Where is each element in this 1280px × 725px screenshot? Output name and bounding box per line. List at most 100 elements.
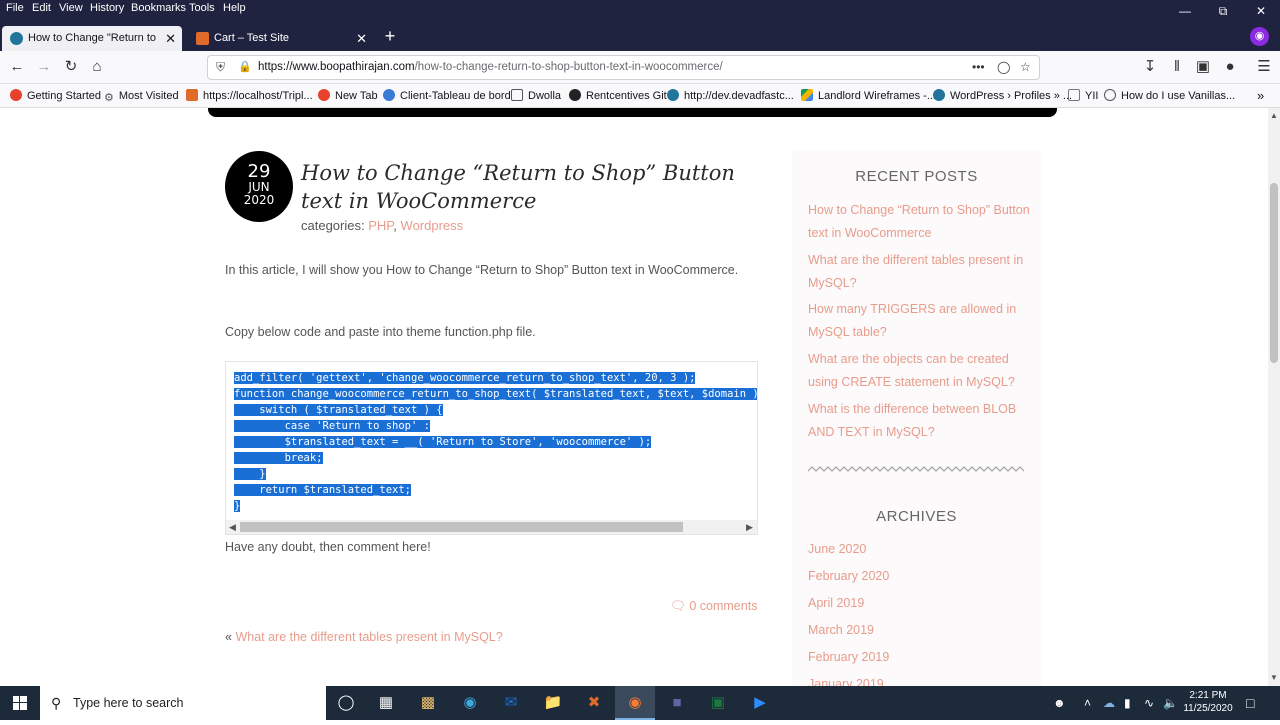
recent-post-link[interactable]: What is the difference between BLOB AND … [808, 398, 1033, 443]
new-tab-icon[interactable]: + [380, 27, 400, 47]
notifications-icon[interactable]: □ [1246, 686, 1254, 720]
lock-icon[interactable]: 🔒 [238, 56, 252, 79]
taskbar-search-box[interactable]: ⚲ Type here to search [40, 686, 326, 720]
task-view-icon[interactable]: ▦ [366, 686, 406, 720]
comments-link[interactable]: 🗨 0 comments [670, 599, 757, 614]
code-line: switch ( $translated_text ) { [234, 404, 443, 416]
scroll-left-icon[interactable]: ◀ [229, 520, 236, 534]
system-clock[interactable]: 2:21 PM 11/25/2020 [1178, 689, 1238, 715]
comments-count[interactable]: 0 comments [689, 599, 757, 613]
bookmark-item[interactable]: https://localhost/Tripl... [186, 84, 313, 108]
tray-chevron-icon[interactable]: ˄ [1084, 686, 1091, 720]
bookmark-item[interactable]: Dwolla [511, 84, 561, 108]
recent-post-link[interactable]: How many TRIGGERS are allowed in MySQL t… [808, 298, 1033, 343]
back-icon[interactable]: ← [5, 56, 29, 78]
pocket-icon[interactable]: ◯ [997, 56, 1010, 79]
xampp-icon[interactable]: ✖ [574, 686, 614, 720]
app-menu-icon[interactable]: ☰ [1252, 56, 1276, 78]
tab-cart[interactable]: Cart – Test Site ✕ [188, 26, 373, 51]
bookmark-item[interactable]: Getting Started [10, 84, 101, 108]
scroll-right-icon[interactable]: ▶ [746, 520, 753, 534]
home-icon[interactable]: ⌂ [85, 56, 109, 78]
bookmark-item[interactable]: New Tab [318, 84, 378, 108]
volume-icon[interactable]: 🔈 [1163, 686, 1178, 720]
bookmark-item[interactable]: ⚙ Most Visited [104, 84, 179, 108]
menu-bookmarks[interactable]: Bookmarks [129, 0, 188, 16]
bookmark-star-icon[interactable]: ☆ [1020, 56, 1031, 79]
menu-tools[interactable]: Tools [187, 0, 217, 16]
edge-icon[interactable]: ◉ [450, 686, 490, 720]
cortana-icon[interactable]: ◯ [326, 686, 366, 720]
onedrive-icon[interactable]: ☁ [1103, 686, 1115, 720]
archive-link[interactable]: February 2019 [808, 646, 1033, 669]
library-icon[interactable]: ‖ [1165, 56, 1189, 78]
restore-icon[interactable]: ⧉ [1203, 0, 1243, 23]
archive-link[interactable]: January 2019 [808, 673, 1033, 686]
archives-heading: ARCHIVES [876, 508, 957, 525]
menu-help[interactable]: Help [221, 0, 248, 16]
bookmark-item[interactable]: Rentcentives Git [569, 84, 667, 108]
menu-view[interactable]: View [57, 0, 85, 16]
bookmark-item[interactable]: How do I use Vanillas... [1104, 84, 1235, 108]
bookmark-folder[interactable]: YII [1068, 84, 1098, 108]
zoom-icon[interactable]: ▶ [740, 686, 780, 720]
store-icon[interactable]: ▩ [408, 686, 448, 720]
scrollbar-thumb[interactable] [240, 522, 683, 532]
recent-post-link[interactable]: How to Change “Return to Shop” Button te… [808, 199, 1033, 244]
close-window-icon[interactable]: ✕ [1241, 0, 1280, 23]
bookmark-item[interactable]: Client-Tableau de bord [383, 84, 511, 108]
bookmark-item[interactable]: WordPress › Profiles » ... [933, 84, 1072, 108]
minimize-icon[interactable]: — [1165, 0, 1205, 23]
archive-link[interactable]: March 2019 [808, 619, 1033, 642]
category-link-php[interactable]: PHP [368, 218, 393, 233]
private-mask-icon[interactable]: ◉ [1250, 27, 1269, 46]
menu-edit[interactable]: Edit [30, 0, 53, 16]
category-link-wordpress[interactable]: Wordpress [401, 218, 464, 233]
bookmark-label: http://dev.devadfastc... [684, 90, 794, 102]
close-tab-icon[interactable]: ✕ [356, 26, 367, 51]
account-icon[interactable]: ● [1218, 56, 1242, 78]
wifi-icon[interactable]: ∿ [1144, 686, 1154, 720]
scroll-down-icon[interactable]: ▼ [1268, 673, 1280, 682]
url-bar[interactable]: ⛨ 🔒 https://www.boopathirajan.com/how-to… [207, 55, 1040, 80]
bookmark-item[interactable]: http://dev.devadfastc... [667, 84, 794, 108]
outlook-icon[interactable]: ✉ [491, 686, 531, 720]
start-button[interactable] [0, 686, 40, 720]
previous-post-link[interactable]: What are the different tables present in… [235, 630, 502, 644]
file-explorer-icon[interactable]: 📁 [533, 686, 573, 720]
firefox-taskbar-icon[interactable]: ◉ [615, 686, 655, 720]
recent-post-link[interactable]: What are the different tables present in… [808, 249, 1033, 294]
archive-link[interactable]: June 2020 [808, 538, 1033, 561]
close-tab-icon[interactable]: ✕ [165, 26, 176, 51]
menu-history[interactable]: History [88, 0, 126, 16]
teams-icon[interactable]: ■ [657, 686, 697, 720]
recent-post-link[interactable]: What are the objects can be created usin… [808, 348, 1033, 393]
page-vertical-scrollbar[interactable]: ▲ ▼ [1268, 108, 1280, 686]
code-horizontal-scrollbar[interactable]: ◀ ▶ [226, 520, 757, 534]
scroll-up-icon[interactable]: ▲ [1268, 111, 1280, 120]
url-text[interactable]: https://www.boopathirajan.com/how-to-cha… [258, 56, 723, 79]
reload-icon[interactable]: ↻ [59, 56, 83, 78]
code-block[interactable]: add_filter( 'gettext', 'change_woocommer… [225, 361, 758, 535]
excel-icon[interactable]: ▣ [698, 686, 738, 720]
page-actions-icon[interactable]: ••• [972, 56, 985, 79]
post-copy-note: Copy below code and paste into theme fun… [225, 325, 536, 339]
menu-file[interactable]: File [4, 0, 26, 16]
tracking-shield-icon[interactable]: ⛨ [216, 56, 225, 79]
tab-active[interactable]: How to Change "Return to Shop ✕ [2, 26, 182, 69]
archive-link[interactable]: April 2019 [808, 592, 1033, 615]
sidebar-toggle-icon[interactable]: ▣ [1191, 56, 1215, 78]
more-bookmarks-icon[interactable]: » [1257, 84, 1264, 108]
people-icon[interactable]: ☻ [1053, 686, 1066, 720]
scrollbar-thumb[interactable] [1270, 183, 1278, 363]
code-content[interactable]: add_filter( 'gettext', 'change_woocommer… [234, 370, 757, 514]
archive-link[interactable]: February 2020 [808, 565, 1033, 588]
bookmark-item[interactable]: Landlord Wireframes -... [801, 84, 936, 108]
forward-icon[interactable]: → [32, 56, 56, 78]
code-line: case 'Return to shop' : [234, 420, 430, 432]
downloads-icon[interactable]: ↧ [1138, 56, 1162, 78]
site-favicon-icon [186, 89, 198, 101]
battery-icon[interactable]: ▮ [1124, 686, 1131, 720]
bookmark-label: Getting Started [27, 90, 101, 102]
zigzag-divider [808, 466, 1025, 472]
